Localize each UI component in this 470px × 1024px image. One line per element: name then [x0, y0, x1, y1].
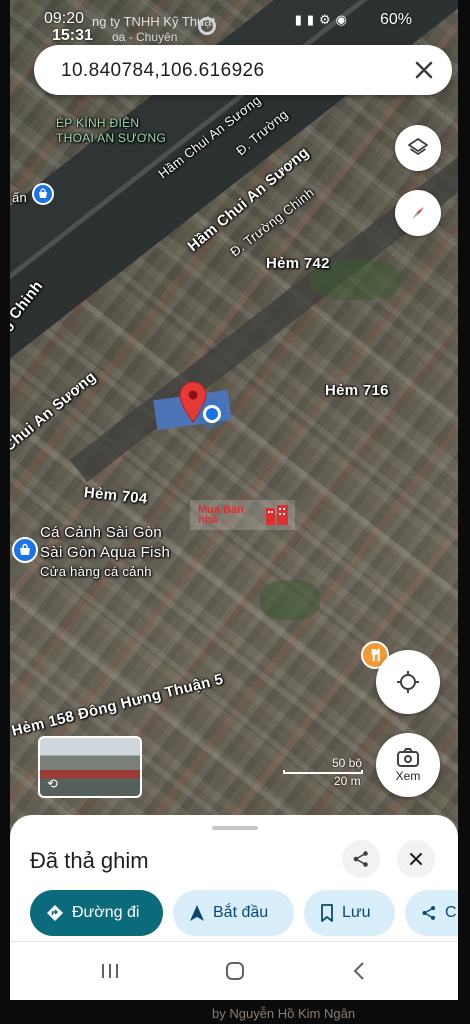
- bottom-sheet[interactable]: Đã thả ghim Đường đi Bắt đầu Lưu C: [10, 815, 458, 1000]
- home-icon[interactable]: [225, 962, 245, 980]
- street-view-label: Xem: [395, 768, 421, 783]
- map-screen: ÉP KÍNH ĐIỆN THOẠI AN SƯƠNG ấn Hầm Chui …: [10, 0, 458, 1000]
- bookmark-icon: [321, 904, 333, 922]
- map-label-ep-kinh-2: THOẠI AN SƯƠNG: [56, 131, 167, 145]
- navigation-arrow-icon: [190, 905, 204, 921]
- street-view-button[interactable]: Xem: [376, 733, 440, 797]
- layers-icon: [408, 138, 428, 155]
- shop-icon[interactable]: [32, 183, 54, 205]
- scale-ft: 50 bộ: [332, 756, 363, 770]
- compass-button[interactable]: [395, 190, 441, 236]
- watermark: Mua Bán nhà: [190, 500, 295, 530]
- share-chip[interactable]: C: [405, 890, 458, 936]
- share-icon: [353, 851, 368, 867]
- sheet-title: Đã thả ghim: [30, 848, 149, 873]
- rotate-360-icon: ⟲: [47, 776, 58, 791]
- map-label-an: ấn: [12, 190, 28, 205]
- drag-handle[interactable]: [212, 826, 258, 830]
- search-query[interactable]: 10.840784,106.616926: [61, 60, 264, 82]
- recent-apps-icon[interactable]: [100, 962, 120, 980]
- map-label-ep-kinh: ÉP KÍNH ĐIỆN: [56, 116, 140, 130]
- compass-icon: [412, 207, 424, 219]
- close-icon: [410, 853, 422, 865]
- camera-rotate-icon: [397, 747, 419, 767]
- crosshair-icon: [397, 671, 419, 693]
- start-label: Bắt đầu: [213, 904, 269, 921]
- close-icon[interactable]: [410, 56, 438, 84]
- scale-m: 20 m: [334, 774, 361, 788]
- directions-icon: [47, 905, 63, 921]
- share-button[interactable]: [342, 840, 380, 878]
- directions-chip[interactable]: Đường đi: [30, 890, 163, 936]
- poi-name-2[interactable]: Sài Gòn Aqua Fish: [40, 544, 170, 561]
- share-icon: [422, 906, 436, 920]
- poi-name-1[interactable]: Cá Cảnh Sài Gòn: [40, 524, 162, 541]
- poi-category: Cửa hàng cá cảnh: [40, 564, 152, 579]
- back-icon[interactable]: [352, 962, 366, 980]
- directions-label: Đường đi: [72, 904, 140, 921]
- map-scale: 50 bộ 20 m: [280, 756, 370, 789]
- building-logo-icon: [266, 505, 288, 525]
- share-label: C: [445, 904, 457, 921]
- map-label-hem-716: Hẻm 716: [325, 382, 389, 399]
- map-label-hem-742: Hẻm 742: [266, 255, 330, 272]
- action-chips: Đường đi Bắt đầu Lưu C: [30, 890, 458, 936]
- watermark-text: Mua Bán nhà: [198, 504, 244, 526]
- start-chip[interactable]: Bắt đầu: [173, 890, 294, 936]
- background-caption: by Nguyễn Hồ Kim Ngân: [212, 1006, 356, 1021]
- tree-cluster: [260, 580, 320, 620]
- my-location-button[interactable]: [376, 650, 440, 714]
- save-chip[interactable]: Lưu: [304, 890, 395, 936]
- search-bar[interactable]: 10.840784,106.616926: [34, 45, 452, 95]
- aquarium-shop-icon[interactable]: [12, 537, 38, 563]
- android-nav-bar: [10, 941, 458, 1000]
- street-view-thumbnail[interactable]: ⟲: [38, 736, 142, 798]
- close-sheet-button[interactable]: [397, 840, 435, 878]
- layers-button[interactable]: [395, 125, 441, 171]
- my-location-dot: [203, 405, 221, 423]
- save-label: Lưu: [342, 904, 371, 921]
